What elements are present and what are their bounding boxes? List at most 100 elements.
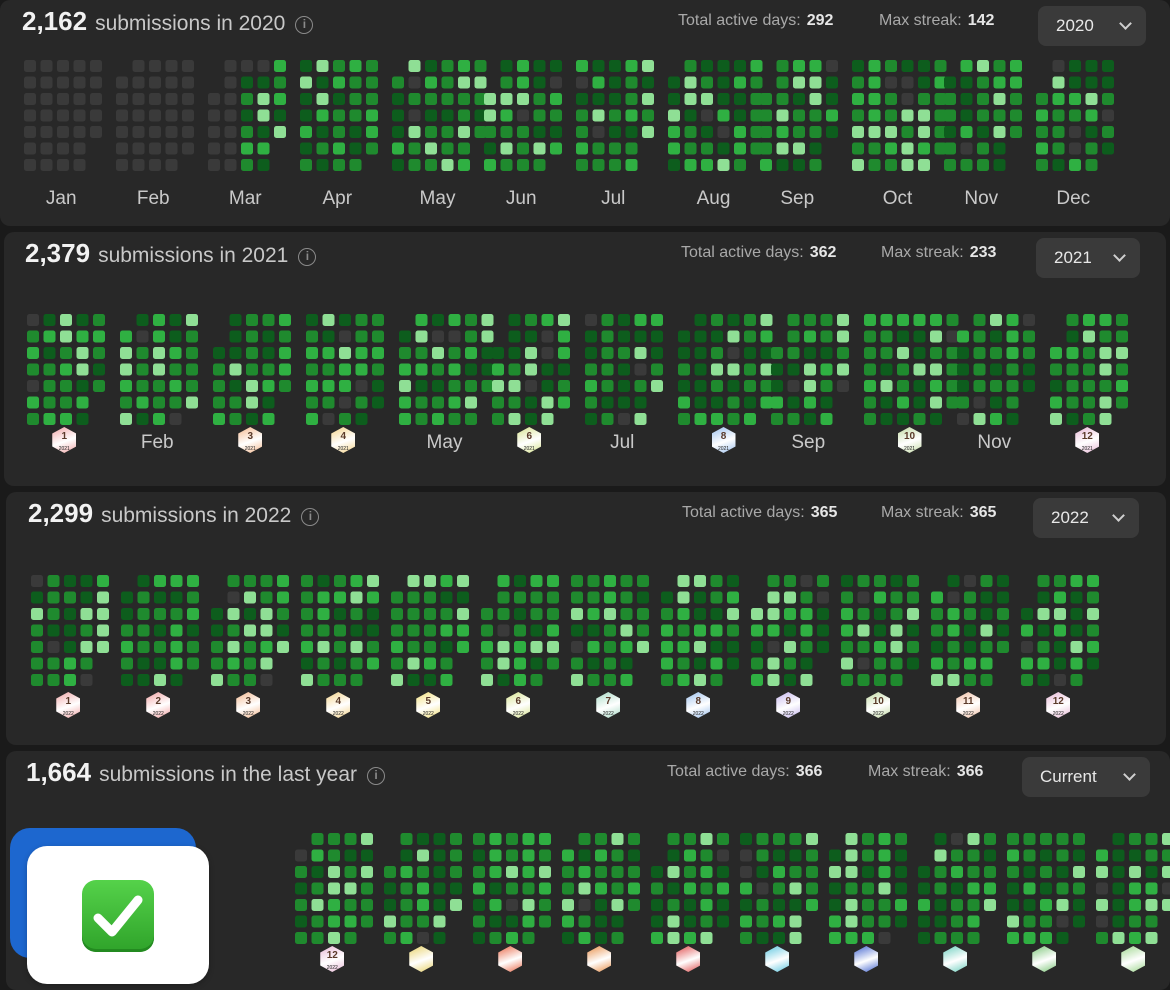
day-cell[interactable]	[628, 882, 640, 895]
day-cell[interactable]	[550, 60, 562, 72]
day-cell[interactable]	[727, 641, 739, 653]
day-cell[interactable]	[620, 641, 633, 653]
day-cell[interactable]	[1099, 314, 1112, 326]
day-cell[interactable]	[328, 882, 340, 895]
day-cell[interactable]	[837, 380, 849, 392]
day-cell[interactable]	[400, 932, 413, 944]
day-cell[interactable]	[890, 657, 903, 670]
day-cell[interactable]	[890, 575, 903, 587]
day-cell[interactable]	[120, 396, 132, 409]
day-cell[interactable]	[642, 109, 654, 122]
day-cell[interactable]	[1006, 380, 1019, 392]
day-cell[interactable]	[587, 674, 600, 686]
day-cell[interactable]	[500, 142, 513, 155]
day-cell[interactable]	[880, 413, 893, 425]
day-cell[interactable]	[47, 657, 60, 670]
day-cell[interactable]	[547, 591, 559, 604]
day-cell[interactable]	[901, 109, 914, 122]
day-cell[interactable]	[334, 575, 346, 587]
day-cell[interactable]	[562, 866, 574, 878]
day-cell[interactable]	[734, 93, 746, 105]
day-cell[interactable]	[857, 657, 870, 670]
day-cell[interactable]	[80, 657, 93, 670]
day-cell[interactable]	[1112, 915, 1125, 928]
day-cell[interactable]	[800, 575, 813, 587]
day-cell[interactable]	[43, 347, 56, 359]
day-cell[interactable]	[525, 347, 537, 359]
day-cell[interactable]	[170, 674, 183, 686]
day-cell[interactable]	[433, 866, 446, 878]
day-cell[interactable]	[930, 347, 942, 359]
day-cell[interactable]	[611, 849, 624, 862]
day-cell[interactable]	[826, 109, 838, 122]
day-cell[interactable]	[149, 60, 161, 72]
day-cell[interactable]	[1006, 396, 1019, 409]
day-cell[interactable]	[400, 866, 413, 878]
day-cell[interactable]	[668, 142, 680, 155]
day-cell[interactable]	[448, 330, 461, 343]
day-cell[interactable]	[710, 641, 723, 653]
day-cell[interactable]	[611, 882, 624, 895]
day-cell[interactable]	[1023, 882, 1036, 895]
day-cell[interactable]	[1087, 575, 1099, 587]
day-cell[interactable]	[784, 591, 796, 604]
day-cell[interactable]	[826, 60, 838, 72]
day-cell[interactable]	[817, 591, 829, 604]
day-cell[interactable]	[366, 126, 378, 138]
day-cell[interactable]	[930, 380, 942, 392]
day-cell[interactable]	[771, 347, 783, 359]
day-cell[interactable]	[277, 575, 289, 587]
day-cell[interactable]	[120, 413, 132, 425]
day-cell[interactable]	[964, 641, 976, 653]
day-cell[interactable]	[618, 330, 630, 343]
day-cell[interactable]	[300, 109, 312, 122]
day-cell[interactable]	[651, 314, 663, 326]
day-cell[interactable]	[809, 126, 822, 138]
day-cell[interactable]	[864, 314, 876, 326]
day-cell[interactable]	[224, 142, 237, 155]
day-cell[interactable]	[244, 624, 256, 637]
day-cell[interactable]	[350, 641, 363, 653]
day-cell[interactable]	[372, 396, 384, 409]
day-cell[interactable]	[787, 330, 800, 343]
day-cell[interactable]	[826, 76, 838, 89]
day-cell[interactable]	[618, 380, 630, 392]
day-cell[interactable]	[440, 657, 453, 670]
day-cell[interactable]	[740, 899, 752, 911]
day-cell[interactable]	[895, 899, 907, 911]
day-cell[interactable]	[784, 657, 796, 670]
day-cell[interactable]	[694, 674, 706, 686]
day-cell[interactable]	[868, 159, 881, 171]
day-cell[interactable]	[1129, 932, 1141, 944]
day-cell[interactable]	[424, 674, 436, 686]
day-cell[interactable]	[562, 849, 574, 862]
day-cell[interactable]	[727, 591, 739, 604]
day-cell[interactable]	[260, 674, 273, 686]
day-cell[interactable]	[751, 657, 763, 670]
day-cell[interactable]	[931, 624, 943, 637]
day-cell[interactable]	[957, 396, 969, 409]
day-cell[interactable]	[441, 142, 454, 155]
day-cell[interactable]	[400, 833, 413, 845]
day-cell[interactable]	[1162, 833, 1170, 845]
day-cell[interactable]	[628, 849, 640, 862]
day-cell[interactable]	[934, 833, 947, 845]
day-cell[interactable]	[508, 396, 521, 409]
day-cell[interactable]	[97, 591, 109, 604]
day-cell[interactable]	[448, 396, 461, 409]
day-cell[interactable]	[601, 330, 614, 343]
day-cell[interactable]	[187, 624, 199, 637]
day-cell[interactable]	[625, 76, 638, 89]
day-cell[interactable]	[1037, 657, 1050, 670]
day-cell[interactable]	[116, 76, 128, 89]
day-cell[interactable]	[349, 60, 362, 72]
day-cell[interactable]	[514, 624, 526, 637]
day-cell[interactable]	[400, 915, 413, 928]
day-cell[interactable]	[677, 641, 690, 653]
day-cell[interactable]	[993, 76, 1006, 89]
day-cell[interactable]	[392, 76, 404, 89]
day-cell[interactable]	[350, 591, 363, 604]
day-cell[interactable]	[1085, 159, 1098, 171]
day-cell[interactable]	[277, 624, 289, 637]
day-cell[interactable]	[533, 109, 546, 122]
